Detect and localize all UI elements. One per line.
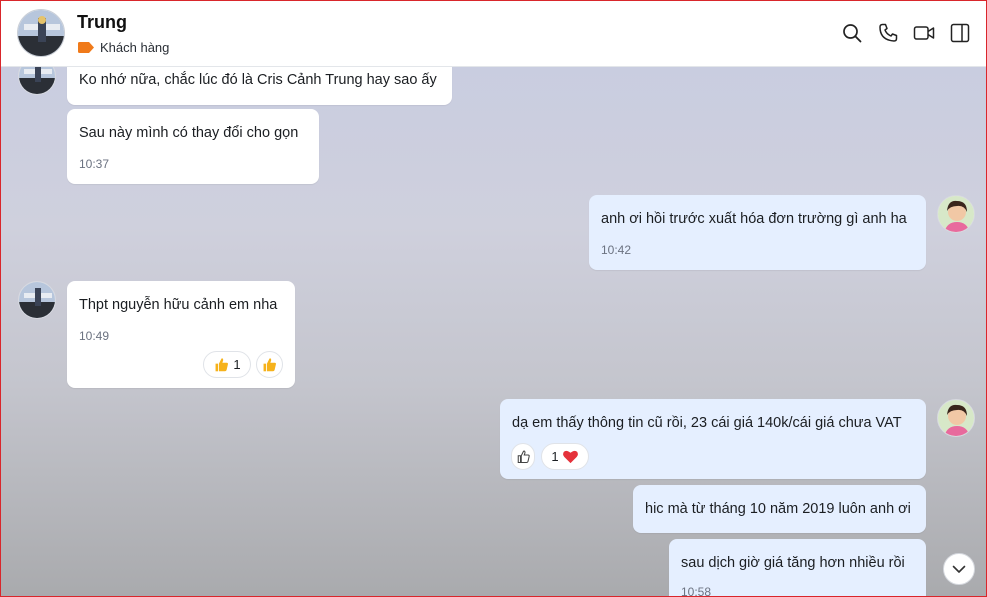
thumbs-up-outline-icon	[517, 450, 530, 464]
message-bubble-outgoing[interactable]: anh ơi hồi trước xuất hóa đơn trường gì …	[589, 195, 926, 270]
tag-icon	[78, 42, 94, 53]
message-text: hic mà từ tháng 10 năm 2019 luôn anh ơi	[645, 501, 911, 517]
message-time: 10:58	[681, 585, 712, 597]
message-text: Thpt nguyễn hữu cảnh em nha	[79, 297, 278, 313]
video-icon[interactable]	[912, 21, 936, 45]
contact-name[interactable]: Trung	[77, 12, 127, 33]
message-bubble-outgoing[interactable]: dạ em thấy thông tin cũ rồi, 23 cái giá …	[500, 399, 926, 479]
reaction-thumbs-up-count[interactable]: 1	[203, 351, 251, 378]
message-text: Sau này mình có thay đổi cho gọn	[79, 125, 299, 141]
thumbs-up-icon	[215, 358, 229, 372]
reaction-count: 1	[551, 449, 559, 464]
contact-tag[interactable]: Khách hàng	[78, 40, 169, 55]
contact-avatar-small[interactable]	[18, 281, 56, 319]
message-time: 10:37	[79, 157, 110, 171]
add-reaction-button[interactable]	[511, 443, 535, 470]
my-avatar[interactable]	[937, 399, 975, 437]
contact-tag-label: Khách hàng	[100, 40, 170, 55]
contact-avatar[interactable]	[17, 9, 65, 57]
message-time: 10:49	[79, 329, 110, 343]
chat-header: Trung Khách hàng	[1, 1, 986, 67]
sidebar-toggle-icon[interactable]	[948, 21, 972, 45]
my-avatar[interactable]	[937, 195, 975, 233]
contact-avatar-small[interactable]	[18, 67, 56, 95]
message-text: dạ em thấy thông tin cũ rồi, 23 cái giá …	[512, 415, 902, 431]
chevron-down-icon	[952, 565, 966, 573]
heart-icon	[562, 450, 578, 464]
message-bubble-outgoing[interactable]: sau dịch giờ giá tăng hơn nhiều rồi 10:5…	[669, 539, 926, 597]
message-time: 10:42	[601, 243, 632, 257]
phone-icon[interactable]	[876, 21, 900, 45]
message-list[interactable]: Ko nhớ nữa, chắc lúc đó là Cris Cảnh Tru…	[1, 67, 986, 597]
thumbs-up-icon	[263, 358, 276, 372]
message-bubble-incoming[interactable]: Sau này mình có thay đổi cho gọn 10:37	[67, 109, 319, 184]
message-bubble-incoming[interactable]: Ko nhớ nữa, chắc lúc đó là Cris Cảnh Tru…	[67, 67, 452, 105]
message-text: Ko nhớ nữa, chắc lúc đó là Cris Cảnh Tru…	[79, 72, 437, 88]
search-icon[interactable]	[840, 21, 864, 45]
reaction-heart-count[interactable]: 1	[541, 443, 589, 470]
message-text: sau dịch giờ giá tăng hơn nhiều rồi	[681, 555, 905, 571]
message-bubble-outgoing[interactable]: hic mà từ tháng 10 năm 2019 luôn anh ơi	[633, 485, 926, 533]
chat-window: Trung Khách hàng Ko nhớ nữa, chắc lúc đó…	[0, 0, 987, 597]
add-reaction-button[interactable]	[256, 351, 283, 378]
message-text: anh ơi hồi trước xuất hóa đơn trường gì …	[601, 211, 907, 227]
scroll-to-bottom-button[interactable]	[943, 553, 975, 585]
message-bubble-incoming[interactable]: Thpt nguyễn hữu cảnh em nha 10:49 1	[67, 281, 295, 388]
reaction-count: 1	[233, 357, 241, 372]
